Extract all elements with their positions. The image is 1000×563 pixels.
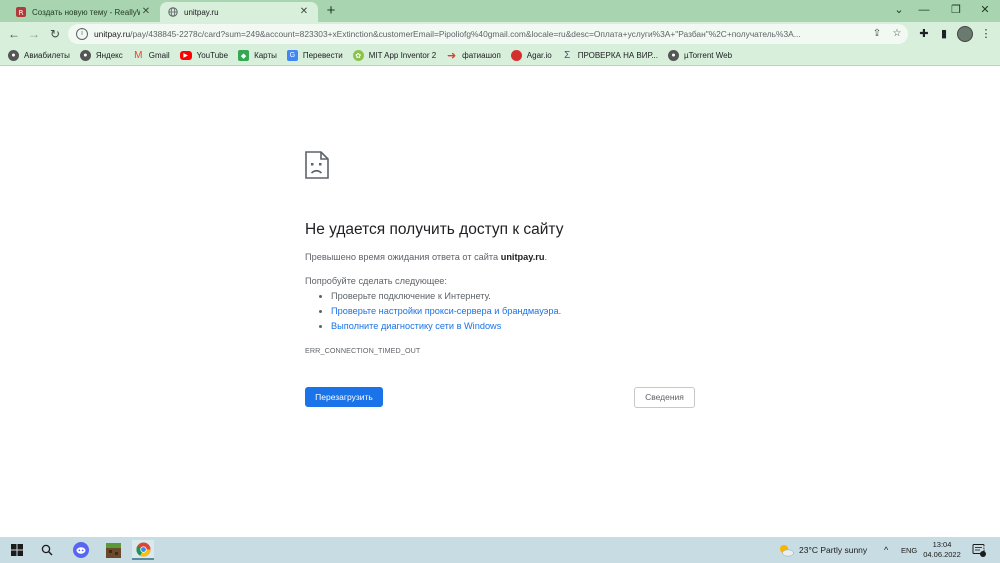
error-panel: Не удается получить доступ к сайту Превы… [305,151,697,355]
tab-unitpay[interactable]: unitpay.ru ✕ [160,2,318,22]
bookmark-label: Gmail [148,51,170,60]
forward-arrow-icon[interactable]: → [26,26,42,42]
reload-icon[interactable]: ↻ [47,26,63,42]
close-window-button[interactable]: ✕ [966,0,1000,22]
weather-temp: 23°C [799,545,818,555]
suggestion-proxy-firewall: Проверьте настройки прокси-сервера и бра… [331,306,697,316]
tray-chevron-icon[interactable]: ^ [884,537,888,563]
bookmark-maps[interactable]: ◆ Карты [238,50,277,61]
app-inventor-icon: ✿ [352,50,364,61]
globe-icon: ● [8,50,19,61]
youtube-icon: ▶ [179,51,192,60]
suggestion-check-connection: Проверьте подключение к Интернету. [331,291,697,301]
windows-start-icon[interactable] [6,540,28,560]
bookmark-label: Перевести [302,51,343,60]
language-indicator[interactable]: ENG [901,537,917,563]
bookmark-label: µTorrent Web [683,51,733,60]
translate-icon: G [286,50,298,61]
bookmark-aviabilety[interactable]: ● Авиабилеты [8,50,70,61]
agar-icon [510,50,522,61]
bookmark-fatiashop[interactable]: ➜ фатиашоп [446,50,501,62]
minecraft-icon[interactable] [102,540,124,560]
extensions-puzzle-icon[interactable]: ✚ [916,26,932,42]
bookmark-star-icon[interactable]: ☆ [890,27,904,41]
reload-button[interactable]: Перезагрузить [305,387,383,407]
url-path: /pay/438845-2278c/card?sum=249&account=8… [130,29,801,39]
globe-icon: ● [667,50,679,61]
bookmark-utorrent[interactable]: ● µTorrent Web [667,50,733,61]
bookmark-yandex[interactable]: ● Яндекс [79,50,123,61]
bookmark-label: Agar.io [526,51,552,60]
bookmark-label: Авиабилеты [24,51,70,60]
url-text[interactable]: unitpay.ru/pay/438845-2278c/card?sum=249… [94,29,884,39]
globe-icon: ● [79,50,91,61]
bookmark-label: ПРОВЕРКА НА ВИР... [577,51,658,60]
taskbar: 23°C Partly sunny ^ ENG 13:04 04.06.2022… [0,537,1000,563]
close-tab-icon[interactable]: ✕ [298,6,310,18]
tab-title: Создать новую тему - ReallyWo... [32,7,140,17]
bookmark-gmail[interactable]: M Gmail [133,50,170,61]
search-icon[interactable] [36,540,58,560]
svg-text:R: R [19,9,24,17]
globe-icon [168,7,178,17]
partly-sunny-icon [778,543,794,557]
menu-kebab-icon[interactable]: ⋮ [978,26,994,42]
tab-title: unitpay.ru [184,7,219,17]
address-bar[interactable]: i unitpay.ru/pay/438845-2278c/card?sum=2… [68,24,908,44]
close-tab-icon[interactable]: ✕ [140,6,152,18]
network-diagnostics-link[interactable]: Выполните диагностику сети в Windows [331,321,501,331]
message-suffix: . [544,252,547,262]
proxy-firewall-link[interactable]: Проверьте настройки прокси-сервера и бра… [331,306,561,316]
message-domain: unitpay.ru [500,252,545,262]
bookmark-virustotal[interactable]: Σ ПРОВЕРКА НА ВИР... [562,50,658,61]
notification-count-badge: 3 [982,546,986,552]
details-button[interactable]: Сведения [634,387,695,408]
virustotal-icon: Σ [564,50,571,61]
sad-page-icon [305,151,329,179]
message-prefix: Превышено время ожидания ответа от сайта [305,252,501,262]
browser-toolbar: ← → ↻ i unitpay.ru/pay/438845-2278c/card… [0,22,1000,46]
suggestions-heading: Попробуйте сделать следующее: [305,276,447,286]
clock-time: 13:04 [932,540,952,549]
suggestions-list: Проверьте подключение к Интернету. Прове… [305,291,697,331]
error-title: Не удается получить доступ к сайту [305,221,564,238]
site-info-icon[interactable]: i [76,28,88,40]
chrome-taskbar-icon[interactable] [132,540,154,560]
weather-widget[interactable]: 23°C Partly sunny [778,537,867,563]
bookmark-label: фатиашоп [462,51,501,60]
gmail-icon: M [134,50,143,61]
bookmark-app-inventor[interactable]: ✿ MIT App Inventor 2 [352,50,437,61]
error-code: ERR_CONNECTION_TIMED_OUT [305,346,421,355]
bookmark-label: Яндекс [95,51,123,60]
clock[interactable]: 13:04 04.06.2022 [922,537,962,563]
error-message: Превышено время ожидания ответа от сайта… [305,252,697,262]
bookmark-translate[interactable]: G Перевести [286,50,343,61]
reallyworld-favicon-icon: R [16,7,26,17]
page-content: Не удается получить доступ к сайту Превы… [0,67,1000,537]
tab-reallyworld[interactable]: R Создать новую тему - ReallyWo... ✕ [8,2,160,22]
bookmark-label: MIT App Inventor 2 [368,51,437,60]
profile-avatar[interactable] [957,26,973,42]
clock-date: 04.06.2022 [923,550,961,559]
back-arrow-icon[interactable]: ← [6,26,22,42]
bookmark-youtube[interactable]: ▶ YouTube [179,51,229,60]
maps-icon: ◆ [238,50,250,61]
bookmark-label: Карты [254,51,277,60]
tab-strip: R Создать новую тему - ReallyWo... ✕ uni… [0,0,1000,22]
bookmark-label: YouTube [196,51,229,60]
discord-icon[interactable] [70,540,92,560]
suggestion-network-diagnostics: Выполните диагностику сети в Windows [331,321,697,331]
url-domain: unitpay.ru [94,29,131,39]
arrow-icon: ➜ [447,50,457,62]
notification-center-icon[interactable]: 3 [972,537,986,563]
share-icon[interactable]: ⇪ [870,27,884,41]
new-tab-button[interactable]: + [322,3,340,19]
side-panel-icon[interactable]: ▮ [936,26,952,42]
bookmark-agar[interactable]: Agar.io [510,50,552,61]
weather-desc: Partly sunny [820,545,868,555]
bookmarks-bar: ● Авиабилеты ● Яндекс M Gmail ▶ YouTube ◆ Кар… [0,46,1000,66]
